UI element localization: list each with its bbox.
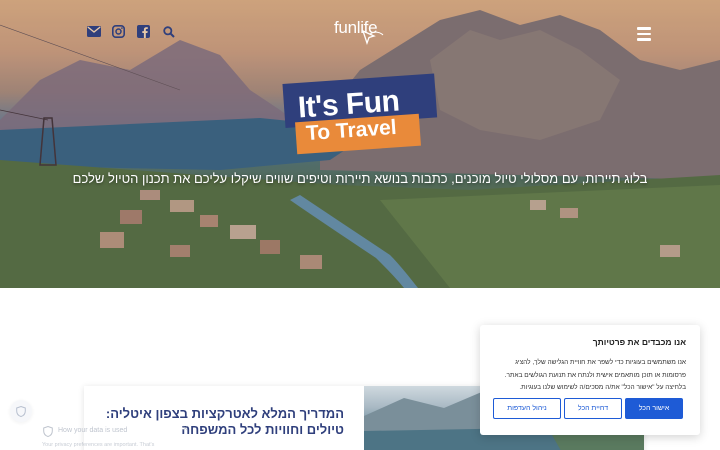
privacy-subtitle: Your privacy preferences are important. … [42,442,155,448]
close-icon[interactable]: ✕ [182,424,189,433]
cookie-body-line: פרסומות או תוכן מותאמים אישית ולנתח את ת… [504,371,686,379]
privacy-widget-button[interactable] [10,400,32,422]
instagram-icon[interactable] [111,24,126,39]
cookie-body-line: בלחיצה על "אישור הכל" את/ה מסכים/ה לשימו… [519,384,686,391]
cookie-body: אנו משתמשים בעוגיות כדי לשפר את חוויית ה… [494,357,686,395]
privacy-popup: How your data is used ✕ Your privacy pre… [38,420,198,450]
accept-all-button[interactable]: אישור הכל [625,398,683,419]
cookie-body-line: אנו משתמשים בעוגיות כדי לשפר את חוויית ה… [515,359,686,366]
logo-cursor-icon [362,30,384,45]
cookie-consent-banner: אנו מכבדים את פרטיותך אנו משתמשים בעוגיו… [480,325,700,435]
shield-icon [16,405,26,417]
hero-section: funlife It's Fun To Travel בלוג תיירות, … [0,0,720,288]
manage-preferences-button[interactable]: ניהול העדפות [493,398,561,419]
shield-icon [43,426,53,437]
social-icons [86,24,176,39]
hamburger-menu-icon[interactable] [637,27,651,44]
cookie-buttons: ניהול העדפות דחיית הכל אישור הכל [493,398,683,419]
hero-tagline: בלוג תיירות, עם מסלולי טיול מוכנים, כתבו… [72,171,648,186]
search-icon[interactable] [161,24,176,39]
cookie-title: אנו מכבדים את פרטיותך [592,337,686,347]
privacy-title: How your data is used [58,427,128,434]
reject-all-button[interactable]: דחיית הכל [564,398,622,419]
email-icon[interactable] [86,24,101,39]
facebook-icon[interactable] [136,24,151,39]
hero-badge: It's Fun To Travel [282,73,438,155]
